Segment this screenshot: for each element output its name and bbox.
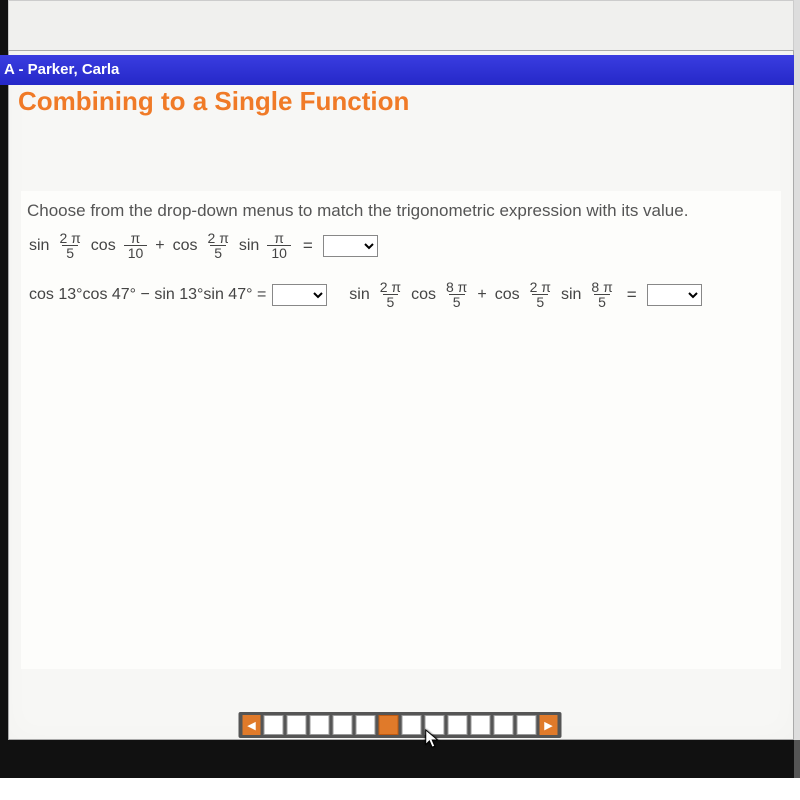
page-cell-6[interactable] — [379, 715, 399, 735]
desk-surface — [0, 778, 800, 800]
fraction: 8 π 5 — [589, 280, 614, 309]
expression-row-2: cos 13°cos 47° − sin 13°sin 47° = sin 2 … — [21, 276, 781, 313]
fraction: 2 π 5 — [57, 231, 82, 260]
next-icon: ▶ — [544, 719, 552, 732]
fraction: 2 π 5 — [528, 280, 553, 309]
window-chrome-top — [8, 0, 794, 55]
plus-sign: + — [153, 237, 166, 255]
next-page-button[interactable]: ▶ — [540, 715, 558, 735]
lesson-panel: Choose from the drop-down menus to match… — [8, 50, 794, 740]
student-header: A - Parker, Carla — [0, 55, 794, 85]
sin-fn: sin — [27, 237, 51, 255]
fraction: π 10 — [267, 231, 291, 260]
page-cell-2[interactable] — [287, 715, 307, 735]
sin-fn: sin — [559, 286, 583, 304]
cos-fn: cos — [171, 237, 200, 255]
instructions-text: Choose from the drop-down menus to match… — [21, 191, 781, 227]
answer-dropdown-3[interactable] — [647, 284, 702, 306]
content-area: Choose from the drop-down menus to match… — [21, 191, 781, 669]
page-navigator: ◀ ▶ — [239, 712, 562, 738]
page-cell-3[interactable] — [310, 715, 330, 735]
page-cell-1[interactable] — [264, 715, 284, 735]
fraction: 2 π 5 — [378, 280, 403, 309]
student-name: A - Parker, Carla — [4, 61, 119, 78]
equals-sign: = — [621, 285, 643, 305]
answer-dropdown-2[interactable] — [272, 284, 327, 306]
cos-fn: cos — [493, 286, 522, 304]
equals-sign: = — [297, 236, 319, 256]
prev-page-button[interactable]: ◀ — [243, 715, 261, 735]
prev-icon: ◀ — [247, 719, 255, 732]
page-cell-4[interactable] — [333, 715, 353, 735]
expression-2-text: cos 13°cos 47° − sin 13°sin 47° = — [27, 286, 268, 304]
page-cell-5[interactable] — [356, 715, 376, 735]
fraction: 2 π 5 — [206, 231, 231, 260]
expression-1: sin 2 π 5 cos π 10 + cos 2 π 5 sin π 10 … — [21, 227, 781, 264]
page-cell-8[interactable] — [425, 715, 445, 735]
fraction: 8 π 5 — [444, 280, 469, 309]
answer-dropdown-1[interactable] — [323, 235, 378, 257]
sin-fn: sin — [237, 237, 261, 255]
page-cell-7[interactable] — [402, 715, 422, 735]
cos-fn: cos — [409, 286, 438, 304]
monitor-bezel — [8, 740, 794, 778]
plus-sign: + — [475, 286, 488, 304]
page-title: Combining to a Single Function — [18, 86, 409, 117]
page-cell-10[interactable] — [471, 715, 491, 735]
scrollbar[interactable] — [794, 0, 800, 740]
cos-fn: cos — [89, 237, 118, 255]
fraction: π 10 — [124, 231, 148, 260]
page-cell-9[interactable] — [448, 715, 468, 735]
sin-fn: sin — [347, 286, 371, 304]
page-cell-12[interactable] — [517, 715, 537, 735]
page-cell-11[interactable] — [494, 715, 514, 735]
